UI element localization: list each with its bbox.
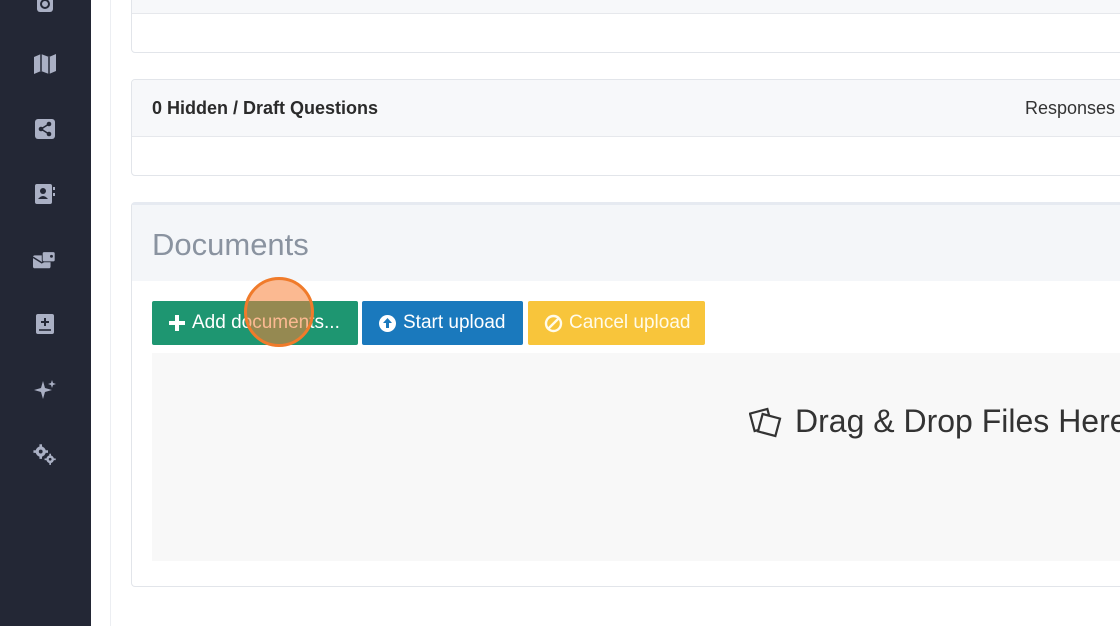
drag-drop-icon	[748, 405, 783, 444]
sidebar	[0, 0, 91, 626]
content-divider	[110, 0, 111, 626]
start-upload-label: Start upload	[403, 312, 506, 333]
share-icon[interactable]	[33, 117, 57, 141]
map-icon[interactable]	[33, 52, 57, 76]
drop-zone-label: Drag & Drop Files Here	[795, 403, 1120, 439]
documents-header: Documents	[132, 205, 1120, 281]
cancel-upload-button[interactable]: Cancel upload	[528, 301, 705, 345]
contact-card-icon[interactable]	[33, 182, 57, 206]
hidden-questions-panel: 0 Hidden / Draft Questions Responses	[131, 79, 1120, 176]
documents-panel: Documents Add documents... Start upload …	[131, 202, 1120, 587]
add-documents-button[interactable]: Add documents...	[152, 301, 358, 345]
drop-zone[interactable]: Drag & Drop Files Here	[152, 353, 1120, 561]
plus-icon	[168, 314, 186, 332]
hidden-questions-title: 0 Hidden / Draft Questions	[152, 98, 379, 118]
previous-panel-strip	[132, 0, 1120, 14]
copyright-icon[interactable]	[33, 0, 57, 16]
previous-panel	[131, 0, 1120, 53]
upload-circle-icon	[378, 314, 397, 333]
sparkles-icon[interactable]	[33, 378, 57, 402]
ban-icon	[544, 314, 563, 333]
add-documents-label: Add documents...	[192, 312, 340, 333]
inbox-icon[interactable]	[33, 248, 57, 272]
settings-gears-icon[interactable]	[33, 443, 57, 467]
documents-title: Documents	[152, 227, 309, 262]
hidden-questions-header: 0 Hidden / Draft Questions Responses	[132, 80, 1120, 137]
cancel-upload-label: Cancel upload	[569, 312, 691, 333]
start-upload-button[interactable]: Start upload	[362, 301, 523, 345]
add-note-icon[interactable]	[33, 312, 57, 336]
responses-label[interactable]: Responses	[1025, 98, 1115, 119]
